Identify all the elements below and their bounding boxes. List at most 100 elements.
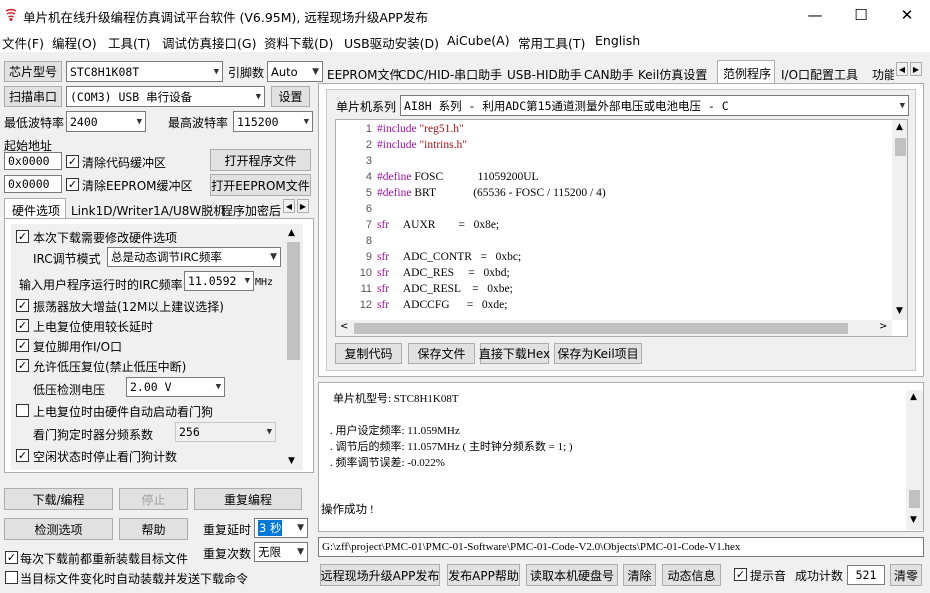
modify-hw-checkbox[interactable]: ✓ bbox=[16, 230, 29, 243]
minimize-button[interactable]: — bbox=[792, 0, 838, 30]
code-rest: ADC_RESL = 0xbe; bbox=[389, 283, 513, 295]
code-keyword: sfr bbox=[377, 267, 390, 279]
reset-io-checkbox[interactable]: ✓ bbox=[16, 339, 29, 352]
scrollbar-thumb[interactable] bbox=[895, 138, 906, 156]
menu-program[interactable]: 编程(O) bbox=[52, 33, 97, 52]
copy-code-button[interactable]: 复制代码 bbox=[335, 343, 402, 364]
menu-debug[interactable]: 调试仿真接口(G) bbox=[162, 33, 256, 52]
menu-usb-driver[interactable]: USB驱动安装(D) bbox=[344, 33, 439, 52]
help-button[interactable]: 帮助 bbox=[119, 518, 188, 540]
scroll-up-icon[interactable]: ▲ bbox=[288, 228, 295, 238]
repeat-count-select[interactable]: 无限 ▼ bbox=[254, 542, 308, 562]
chip-model-select[interactable]: STC8H1K08T ▼ bbox=[66, 61, 223, 82]
tab-scroll-left-icon[interactable]: ◀ bbox=[283, 199, 295, 213]
log-scrollbar[interactable]: ▲ ▼ bbox=[906, 390, 923, 530]
publish-help-button[interactable]: 发布APP帮助 bbox=[447, 564, 520, 586]
lvd-voltage-select[interactable]: 2.00 V ▼ bbox=[126, 377, 225, 397]
wdt-auto-checkbox[interactable] bbox=[16, 404, 29, 417]
max-baud-select[interactable]: 115200 ▼ bbox=[233, 111, 313, 132]
eeprom-start-address-input[interactable]: 0x0000 bbox=[4, 175, 62, 193]
clear-eeprom-checkbox[interactable]: ✓ bbox=[66, 178, 79, 191]
port-select[interactable]: (COM3) USB 串行设备 ▼ bbox=[66, 86, 265, 107]
tab-hardware-options[interactable]: 硬件选项 bbox=[4, 198, 66, 219]
lvd-reset-checkbox[interactable]: ✓ bbox=[16, 359, 29, 372]
tab-can[interactable]: CAN助手 bbox=[584, 66, 634, 83]
tab-scroll-right-icon[interactable]: ▶ bbox=[910, 62, 922, 76]
scroll-left-icon[interactable]: < bbox=[340, 321, 348, 332]
chip-model-value: STC8H1K08T bbox=[70, 64, 140, 79]
check-options-button[interactable]: 检测选项 bbox=[4, 518, 113, 540]
code-editor[interactable]: 1 #include "reg51.h" 2 #include "intrins.h"… bbox=[335, 119, 908, 337]
dynamic-info-button[interactable]: 动态信息 bbox=[662, 564, 721, 586]
scroll-up-icon[interactable]: ▲ bbox=[910, 392, 917, 402]
idle-wdt-checkbox[interactable]: ✓ bbox=[16, 449, 29, 462]
chevron-down-icon: ▼ bbox=[266, 427, 272, 437]
read-disk-id-button[interactable]: 读取本机硬盘号 bbox=[526, 564, 618, 586]
menu-tools[interactable]: 工具(T) bbox=[108, 33, 150, 52]
settings-button[interactable]: 设置 bbox=[271, 86, 310, 107]
scroll-up-icon[interactable]: ▲ bbox=[896, 122, 903, 132]
lvd-reset-label: 允许低压复位(禁止低压中断) bbox=[33, 360, 187, 374]
scrollbar-thumb[interactable] bbox=[909, 490, 920, 508]
scrollbar-thumb[interactable] bbox=[287, 242, 300, 360]
scroll-down-icon[interactable]: ▼ bbox=[910, 515, 917, 525]
clear-code-checkbox[interactable]: ✓ bbox=[66, 155, 79, 168]
scroll-down-icon[interactable]: ▼ bbox=[288, 456, 295, 466]
min-baud-select[interactable]: 2400 ▼ bbox=[66, 111, 146, 132]
scroll-right-icon[interactable]: > bbox=[879, 321, 887, 332]
tab-io-config[interactable]: I/O口配置工具 bbox=[781, 66, 858, 83]
code-hscrollbar[interactable]: < > bbox=[336, 320, 892, 336]
save-keil-project-button[interactable]: 保存为Keil项目 bbox=[554, 343, 642, 364]
code-line: 2 #include "intrins.h" bbox=[336, 139, 896, 155]
beep-checkbox[interactable]: ✓ bbox=[734, 568, 747, 581]
tab-scroll-right-icon[interactable]: ▶ bbox=[297, 199, 309, 213]
scrollbar-thumb[interactable] bbox=[354, 323, 848, 334]
menu-file[interactable]: 文件(F) bbox=[2, 33, 44, 52]
tab-keil-sim[interactable]: Keil仿真设置 bbox=[638, 66, 707, 83]
menu-english[interactable]: English bbox=[595, 33, 640, 48]
reset-count-button[interactable]: 清零 bbox=[890, 564, 922, 586]
tab-examples[interactable]: 范例程序 bbox=[717, 60, 775, 84]
menu-common-tools[interactable]: 常用工具(T) bbox=[518, 33, 585, 52]
download-hex-button[interactable]: 直接下载Hex bbox=[479, 343, 550, 364]
save-file-button[interactable]: 保存文件 bbox=[408, 343, 475, 364]
hex-path-field[interactable]: G:\zff\project\PMC-01\PMC-01-Software\PM… bbox=[318, 537, 924, 557]
hardware-options-scrollbar[interactable]: ▲ ▼ bbox=[285, 226, 302, 470]
irc-frequency-select[interactable]: 11.0592 ▼ bbox=[184, 271, 254, 291]
pin-count-select[interactable]: Auto ▼ bbox=[267, 61, 323, 82]
auto-load-checkbox[interactable] bbox=[5, 571, 18, 584]
wdt-divider-select[interactable]: 256 ▼ bbox=[175, 422, 276, 442]
tab-functions[interactable]: 功能 bbox=[872, 66, 894, 83]
repeat-program-button[interactable]: 重复编程 bbox=[194, 488, 302, 510]
open-program-file-button[interactable]: 打开程序文件 bbox=[210, 149, 311, 171]
osc-gain-checkbox[interactable]: ✓ bbox=[16, 299, 29, 312]
repeat-delay-select[interactable]: 3 秒 ▼ bbox=[254, 518, 308, 538]
tab-usb-hid[interactable]: USB-HID助手 bbox=[507, 66, 582, 83]
code-start-address-input[interactable]: 0x0000 bbox=[4, 152, 62, 170]
remote-upgrade-button[interactable]: 远程现场升级APP发布 bbox=[320, 564, 440, 586]
tab-scroll-left-icon[interactable]: ◀ bbox=[896, 62, 908, 76]
download-program-button[interactable]: 下载/编程 bbox=[4, 488, 113, 510]
tab-encrypt[interactable]: 程序加密后 bbox=[221, 202, 281, 219]
clear-log-button[interactable]: 清除 bbox=[623, 564, 656, 586]
code-keyword: #include bbox=[377, 139, 417, 151]
maximize-button[interactable]: ☐ bbox=[838, 0, 884, 30]
irc-mode-select[interactable]: 总是动态调节IRC频率 ▼ bbox=[107, 247, 281, 267]
tab-eeprom-file[interactable]: EEPROM文件 bbox=[327, 66, 402, 83]
code-vscrollbar[interactable]: ▲ ▼ bbox=[892, 120, 907, 320]
tab-offline-writer[interactable]: Link1D/Writer1A/U8W脱机 bbox=[71, 202, 225, 219]
tab-serial-assistant[interactable]: CDC/HID-串口助手 bbox=[398, 66, 502, 83]
code-line: 3 bbox=[336, 155, 896, 171]
close-button[interactable]: ✕ bbox=[884, 0, 930, 30]
menu-download[interactable]: 资料下载(D) bbox=[264, 33, 333, 52]
scroll-down-icon[interactable]: ▼ bbox=[896, 306, 903, 316]
stop-button[interactable]: 停止 bbox=[119, 488, 188, 510]
code-rest: "reg51.h" bbox=[416, 123, 464, 135]
menu-aicube[interactable]: AiCube(A) bbox=[447, 33, 510, 48]
example-select[interactable]: AI8H 系列 - 利用ADC第15通道测量外部电压或电池电压 - C ▼ bbox=[400, 95, 909, 116]
por-delay-checkbox[interactable]: ✓ bbox=[16, 319, 29, 332]
reload-checkbox[interactable]: ✓ bbox=[5, 551, 18, 564]
chip-model-button[interactable]: 芯片型号 bbox=[4, 61, 62, 82]
scan-port-button[interactable]: 扫描串口 bbox=[4, 86, 62, 107]
open-eeprom-file-button[interactable]: 打开EEPROM文件 bbox=[210, 174, 311, 196]
